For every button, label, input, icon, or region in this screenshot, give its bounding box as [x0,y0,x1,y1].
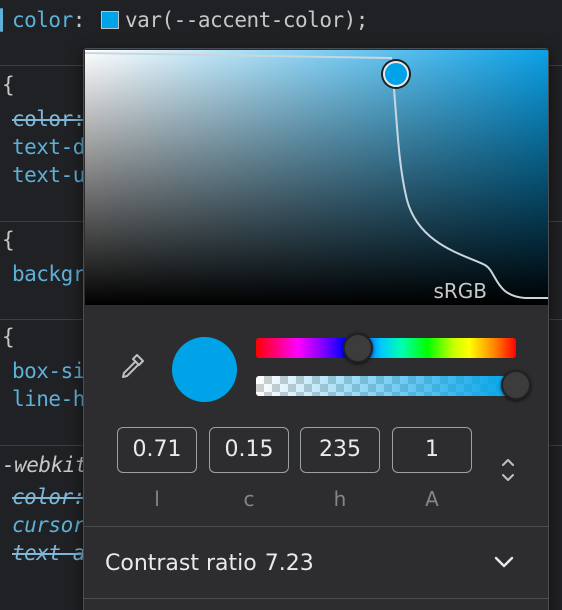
alpha-input[interactable]: 1 [392,427,472,473]
property-value[interactable]: var(--accent-color); [125,8,368,32]
rule-selector: -webkit [2,453,88,477]
declaration[interactable]: text-u [12,162,85,188]
gamut-label: sRGB [433,279,487,303]
color-picker-popover: sRGB 0.71 0.15 235 1 l c h A Contrast ra… [83,48,549,610]
lightness-label: l [154,487,160,511]
contrast-ratio-value: 7.23 [264,551,314,576]
gamut-boundary-line [85,52,548,299]
property-name: color [12,8,73,32]
contrast-ratio-toggle[interactable]: Contrast ratio 7.23 [84,527,548,597]
contrast-ratio-text: Contrast ratio 7.23 [105,551,314,576]
color-area[interactable]: sRGB [85,50,548,305]
chevron-down-icon[interactable] [493,555,515,569]
rule-open-brace: { [2,325,15,349]
contrast-ratio-label: Contrast ratio [105,551,257,576]
declaration[interactable]: line-h [12,386,85,412]
declaration[interactable]: text-a [12,540,85,566]
rule-open-brace: { [2,73,15,97]
rule-open-brace: { [2,228,15,252]
declaration[interactable]: text-d [12,134,85,160]
declaration[interactable]: color: [12,484,85,510]
eyedropper-icon[interactable] [117,351,147,381]
hue-input[interactable]: 235 [300,427,380,473]
chroma-input[interactable]: 0.15 [209,427,289,473]
declaration[interactable]: backgr [12,261,85,287]
alpha-slider-handle[interactable] [501,370,531,400]
alpha-slider[interactable] [256,376,516,396]
color-preview-swatch [172,337,237,402]
declaration[interactable]: cursor [12,512,85,538]
lightness-input[interactable]: 0.71 [117,427,197,473]
line-marker [0,8,3,32]
hue-slider[interactable] [256,333,516,363]
declaration[interactable]: color: [12,106,85,132]
color-area-handle[interactable] [383,61,409,87]
color-declaration[interactable]: color: var(--accent-color); [12,7,368,33]
alpha-label: A [425,487,439,511]
hue-label: h [333,487,347,511]
hue-slider-handle[interactable] [343,333,373,363]
up-down-chevron-icon[interactable] [496,455,520,485]
section-divider [84,598,548,599]
declaration[interactable]: box-si [12,358,85,384]
chroma-label: c [243,487,255,511]
property-colon: : [72,8,86,32]
color-swatch[interactable] [101,11,120,29]
